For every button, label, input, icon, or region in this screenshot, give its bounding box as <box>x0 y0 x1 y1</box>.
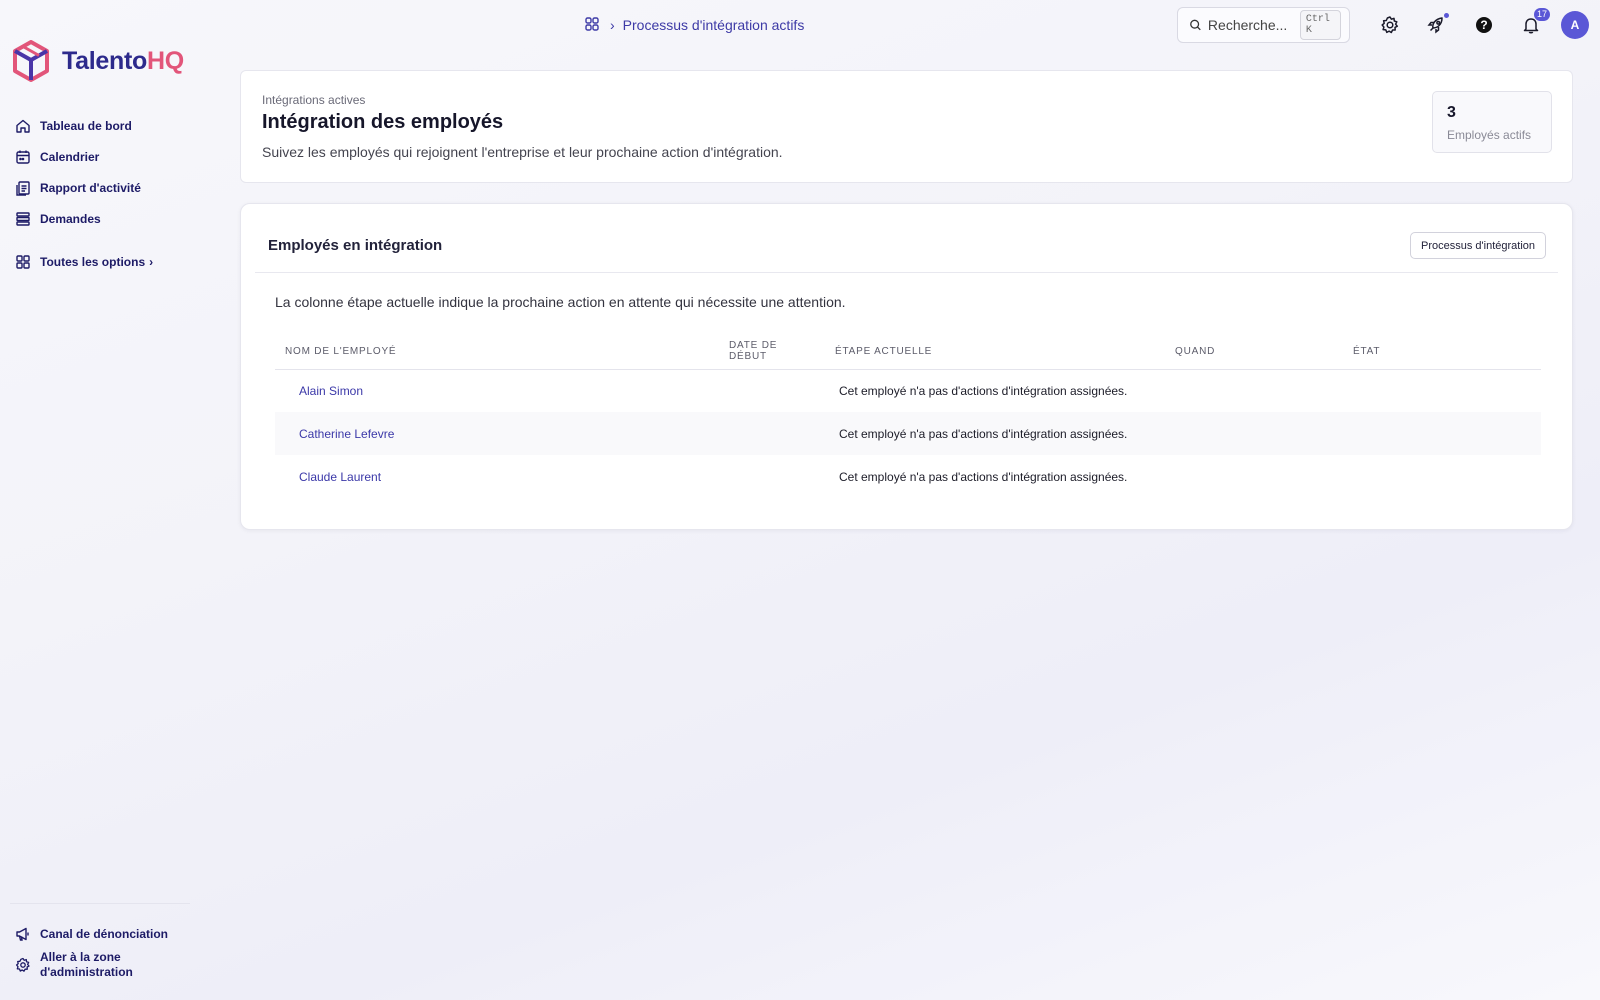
sidebar-footer: Canal de dénonciation Aller à la zone d'… <box>10 903 190 980</box>
state-cell <box>1343 369 1541 412</box>
onboarding-employees-card: Employés en intégration Processus d'inté… <box>240 203 1573 530</box>
divider <box>255 272 1558 273</box>
rocket-icon <box>1427 17 1443 34</box>
page-eyebrow: Intégrations actives <box>262 93 366 107</box>
column-header-state[interactable]: ÉTAT <box>1343 334 1541 370</box>
sidebar-item-label: Rapport d'activité <box>40 180 141 195</box>
chevron-right-icon: › <box>149 254 154 269</box>
sidebar-item-label: Aller à la zone d'administration <box>40 949 133 979</box>
active-employees-stat: 3 Employés actifs <box>1432 91 1552 153</box>
onboarding-process-button[interactable]: Processus d'intégration <box>1410 232 1546 259</box>
current-step-cell: Cet employé n'a pas d'actions d'intégrat… <box>825 412 1165 455</box>
column-header-current-step[interactable]: ÉTAPE ACTUELLE <box>825 334 1165 370</box>
column-header-name[interactable]: NOM DE L'EMPLOYÉ <box>275 334 719 370</box>
current-step-cell: Cet employé n'a pas d'actions d'intégrat… <box>839 469 1128 484</box>
state-cell <box>1343 455 1541 498</box>
report-icon <box>14 179 32 197</box>
breadcrumb: › Processus d'intégration actifs <box>584 14 804 36</box>
help-button[interactable]: ? <box>1471 12 1497 38</box>
app-name: TalentoHQ <box>62 46 184 75</box>
calendar-icon <box>14 148 32 166</box>
chevron-right-icon: › <box>610 17 615 33</box>
breadcrumb-current[interactable]: Processus d'intégration actifs <box>623 17 805 33</box>
table-row[interactable]: Claude Laurent Cet employé n'a pas d'act… <box>275 455 1541 498</box>
table-note: La colonne étape actuelle indique la pro… <box>275 294 846 310</box>
sidebar-item-calendar[interactable]: Calendrier <box>14 141 194 172</box>
when-cell <box>1165 369 1343 412</box>
stat-label: Employés actifs <box>1447 128 1532 142</box>
column-header-start-date[interactable]: DATE DE DÉBUT <box>719 334 825 370</box>
settings-button[interactable] <box>1377 12 1403 38</box>
state-cell <box>1343 412 1541 455</box>
start-date-cell <box>719 455 825 498</box>
svg-text:?: ? <box>1480 18 1487 32</box>
page-header-card: Intégrations actives Intégration des emp… <box>240 70 1573 183</box>
employees-table: NOM DE L'EMPLOYÉ DATE DE DÉBUT ÉTAPE ACT… <box>275 334 1541 498</box>
stat-value: 3 <box>1447 104 1456 121</box>
sidebar-item-label: Tableau de bord <box>40 118 132 133</box>
page-subtitle: Suivez les employés qui rejoignent l'ent… <box>262 144 783 160</box>
current-step-cell: Cet employé n'a pas d'actions d'intégrat… <box>839 383 1128 398</box>
notifications-badge: 17 <box>1533 8 1550 21</box>
gear-icon <box>1381 16 1399 34</box>
search-input[interactable] <box>1207 17 1300 33</box>
search-shortcut: Ctrl K <box>1299 10 1341 40</box>
sidebar-nav: Tableau de bord Calendrier Rapport d'act… <box>14 110 194 277</box>
employee-name-link[interactable]: Catherine Lefevre <box>275 412 719 455</box>
sidebar-item-requests[interactable]: Demandes <box>14 203 194 234</box>
megaphone-icon <box>14 925 32 943</box>
card-title: Employés en intégration <box>268 237 443 254</box>
table-header-row: NOM DE L'EMPLOYÉ DATE DE DÉBUT ÉTAPE ACT… <box>275 334 1541 370</box>
when-cell <box>1165 455 1343 498</box>
app-logo[interactable]: TalentoHQ <box>12 40 184 82</box>
page-title: Intégration des employés <box>262 111 504 133</box>
sidebar-item-label: Toutes les options <box>40 254 146 269</box>
employee-name-link[interactable]: Alain Simon <box>275 369 719 412</box>
grid-icon <box>14 253 32 271</box>
list-icon <box>14 210 32 228</box>
sidebar-item-label: Canal de dénonciation <box>40 926 169 941</box>
sidebar-item-admin-zone[interactable]: Aller à la zone d'administration <box>10 949 190 980</box>
when-cell <box>1165 412 1343 455</box>
notifications-button[interactable]: 17 <box>1518 8 1550 38</box>
apps-grid-icon[interactable] <box>584 16 600 35</box>
sidebar-item-activity-report[interactable]: Rapport d'activité <box>14 172 194 203</box>
gear-icon <box>14 956 32 974</box>
help-icon: ? <box>1476 17 1492 33</box>
column-header-when[interactable]: QUAND <box>1165 334 1343 370</box>
sidebar: TalentoHQ Tableau de bord Calendrier Rap… <box>0 0 205 1000</box>
logo-cube-icon <box>13 40 49 82</box>
table-row[interactable]: Alain Simon Cet employé n'a pas d'action… <box>275 369 1541 412</box>
table-row[interactable]: Catherine Lefevre Cet employé n'a pas d'… <box>275 412 1541 455</box>
search-icon <box>1190 19 1201 31</box>
sidebar-item-all-options[interactable]: Toutes les options › <box>14 246 194 277</box>
avatar[interactable]: A <box>1561 11 1589 39</box>
start-date-cell <box>719 412 825 455</box>
sidebar-item-whistleblower[interactable]: Canal de dénonciation <box>10 918 190 949</box>
rocket-indicator-dot <box>1444 13 1449 18</box>
sidebar-item-label: Demandes <box>40 211 101 226</box>
employee-name-link[interactable]: Claude Laurent <box>275 455 719 498</box>
sidebar-item-dashboard[interactable]: Tableau de bord <box>14 110 194 141</box>
start-date-cell <box>719 369 825 412</box>
home-icon <box>14 117 32 135</box>
sidebar-item-label: Calendrier <box>40 149 100 164</box>
launch-button[interactable] <box>1423 12 1449 38</box>
search-box[interactable]: Ctrl K <box>1177 7 1350 43</box>
